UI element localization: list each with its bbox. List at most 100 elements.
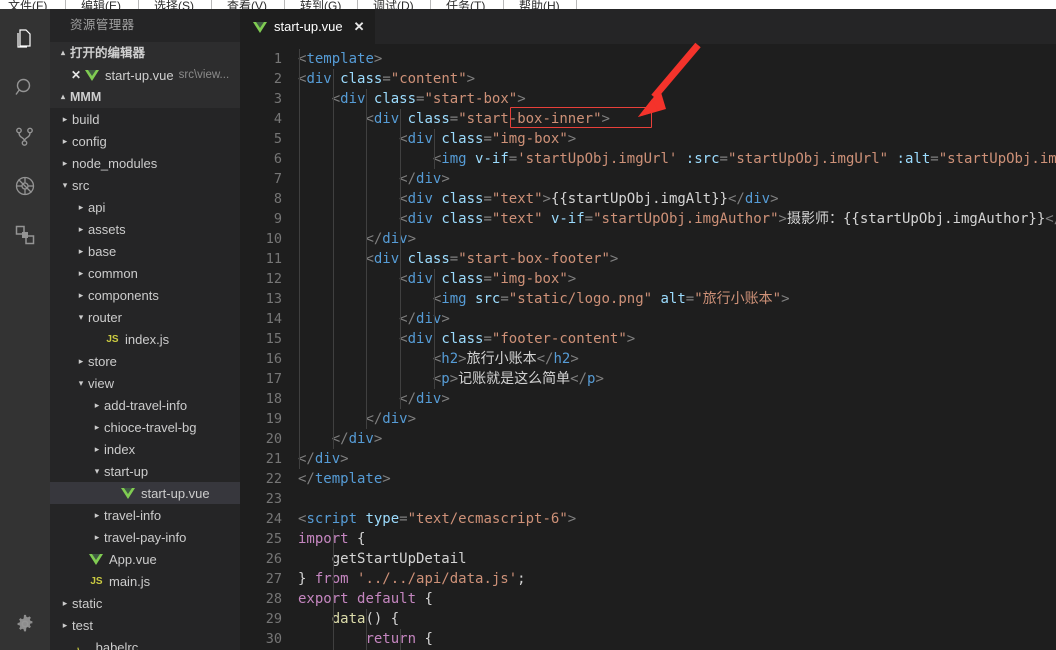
menu-item-0[interactable]: 文件(F) [8, 0, 47, 9]
code-line: <p>记账就是这么简单</p> [432, 371, 604, 387]
tree-item-label: base [88, 243, 117, 259]
open-editor-path: src\view... [178, 69, 230, 81]
tree-item-chioce-travel-bg[interactable]: ▸ chioce-travel-bg [50, 416, 240, 438]
chevron-right-icon: ▸ [94, 400, 100, 410]
chevron-down-icon: ▴ [60, 92, 65, 101]
tree-item-label: config [72, 133, 107, 149]
tree-item-add-travel-info[interactable]: ▸ add-travel-info [50, 394, 240, 416]
line-number: 22 [265, 471, 282, 487]
tree-item-label: main.js [109, 573, 151, 589]
tree-item-node-modules[interactable]: ▸ node_modules [50, 152, 240, 174]
line-number: 24 [265, 511, 282, 527]
tree-item-label: index.js [125, 331, 170, 347]
code-line: </div> [399, 171, 450, 187]
chevron-down-icon: ▾ [78, 312, 84, 322]
indent-guide [332, 69, 334, 449]
extensions-icon[interactable] [0, 210, 50, 259]
indent-guide [433, 269, 435, 389]
code-line: </div> [399, 391, 450, 407]
gear-icon[interactable] [0, 602, 50, 646]
tab-start-up-vue[interactable]: start-up.vue ✕ [240, 9, 376, 44]
tree-item-app-vue[interactable]: App.vue [50, 548, 240, 570]
code-editor[interactable]: 1 2 3 4 5 6 7 8 9 10 11 12 13 14 15 16 17 18 19 20 21 22 23 24 2… [240, 44, 1056, 650]
menu-bar: 文件(F) 编辑(E) 选择(S) 查看(V) 转到(G) 调试(D) 任务(T) 帮助(H) [0, 0, 1056, 9]
explorer-sidebar: 资源管理器 ▴ 打开的编辑器 ✕ start-up.vue src\view..… [50, 9, 240, 650]
code-content[interactable]: <template> <div class="content"> <div cla… [298, 44, 1056, 650]
code-line: <div class="content"> [298, 71, 476, 87]
chevron-right-icon: ▸ [62, 620, 68, 630]
chevron-right-icon: ▸ [78, 246, 84, 256]
chevron-right-icon: ▸ [62, 158, 68, 168]
debug-icon[interactable] [0, 161, 50, 210]
line-number: 16 [265, 351, 282, 367]
tab-bar: start-up.vue ✕ [240, 9, 1056, 44]
tree-item-label: chioce-travel-bg [104, 419, 197, 435]
tree-item-main-js[interactable]: JS main.js [50, 570, 240, 592]
tree-item--babelrc[interactable]: ◟ .babelrc [50, 636, 240, 650]
indent-guide [332, 529, 334, 650]
code-line: </template> [298, 471, 391, 487]
activity-bar [0, 9, 50, 650]
line-number: 30 [265, 631, 282, 647]
tree-item-index-js[interactable]: JS index.js [50, 328, 240, 350]
tree-item-label: src [72, 177, 90, 193]
tree-item-label: travel-info [104, 507, 162, 523]
tree-item-travel-pay-info[interactable]: ▸ travel-pay-info [50, 526, 240, 548]
menu-separator [503, 0, 504, 9]
tree-item-api[interactable]: ▸ api [50, 196, 240, 218]
tree-item-index[interactable]: ▸ index [50, 438, 240, 460]
close-icon[interactable]: ✕ [68, 68, 84, 82]
chevron-right-icon: ▸ [78, 268, 84, 278]
code-line: </div> [298, 451, 349, 467]
open-editors-header[interactable]: ▴ 打开的编辑器 [50, 42, 240, 64]
tree-item-router[interactable]: ▾ router [50, 306, 240, 328]
tree-item-components[interactable]: ▸ components [50, 284, 240, 306]
menu-item-5[interactable]: 调试(D) [373, 0, 414, 9]
code-line: </div> [365, 231, 417, 247]
menu-separator [284, 0, 285, 9]
code-line: export default { [298, 591, 433, 607]
close-icon[interactable]: ✕ [354, 19, 365, 35]
code-line: } from '../../api/data.js'; [298, 571, 526, 587]
tree-item-test[interactable]: ▸ test [50, 614, 240, 636]
tree-item-store[interactable]: ▸ store [50, 350, 240, 372]
tree-item-base[interactable]: ▸ base [50, 240, 240, 262]
tree-item-config[interactable]: ▸ config [50, 130, 240, 152]
menu-item-7[interactable]: 帮助(H) [519, 0, 560, 9]
editor-area: start-up.vue ✕ 1 2 3 4 5 6 7 8 9 10 11 12 13 14 15 16 17… [240, 9, 1056, 650]
line-number: 19 [265, 411, 282, 427]
menu-item-3[interactable]: 查看(V) [227, 0, 267, 9]
line-number: 28 [265, 591, 282, 607]
menu-item-4[interactable]: 转到(G) [300, 0, 341, 9]
tree-item-travel-info[interactable]: ▸ travel-info [50, 504, 240, 526]
tree-item-static[interactable]: ▸ static [50, 592, 240, 614]
js-file-icon: JS [90, 575, 103, 587]
menu-item-6[interactable]: 任务(T) [446, 0, 485, 9]
line-number: 26 [265, 551, 282, 567]
tree-item-build[interactable]: ▸ build [50, 108, 240, 130]
source-control-icon[interactable] [0, 112, 50, 161]
project-name: MMM [70, 90, 102, 104]
line-number: 21 [265, 451, 282, 467]
vue-file-icon [252, 19, 268, 35]
tree-item-view[interactable]: ▾ view [50, 372, 240, 394]
code-line: <img v-if='startUpObj.imgUrl' :src="star… [432, 151, 1056, 167]
tree-item-start-up[interactable]: ▾ start-up [50, 460, 240, 482]
menu-item-1[interactable]: 编辑(E) [81, 0, 121, 9]
project-header[interactable]: ▴ MMM [50, 86, 240, 108]
search-icon[interactable] [0, 63, 50, 112]
code-line: <div class="start-box-inner"> [365, 111, 610, 127]
open-editor-item[interactable]: ✕ start-up.vue src\view... [50, 64, 240, 86]
chevron-right-icon: ▸ [78, 202, 84, 212]
tree-item-label: store [88, 353, 117, 369]
tree-item-common[interactable]: ▸ common [50, 262, 240, 284]
menu-item-2[interactable]: 选择(S) [154, 0, 194, 9]
chevron-right-icon: ▸ [94, 444, 100, 454]
tree-item-label: index [104, 441, 136, 457]
tree-item-label: start-up.vue [141, 485, 210, 501]
tree-item-src[interactable]: ▾ src [50, 174, 240, 196]
explorer-icon[interactable] [0, 14, 50, 63]
code-line: <template> [298, 51, 383, 67]
tree-item-assets[interactable]: ▸ assets [50, 218, 240, 240]
tree-item-start-up-vue[interactable]: start-up.vue [50, 482, 240, 504]
